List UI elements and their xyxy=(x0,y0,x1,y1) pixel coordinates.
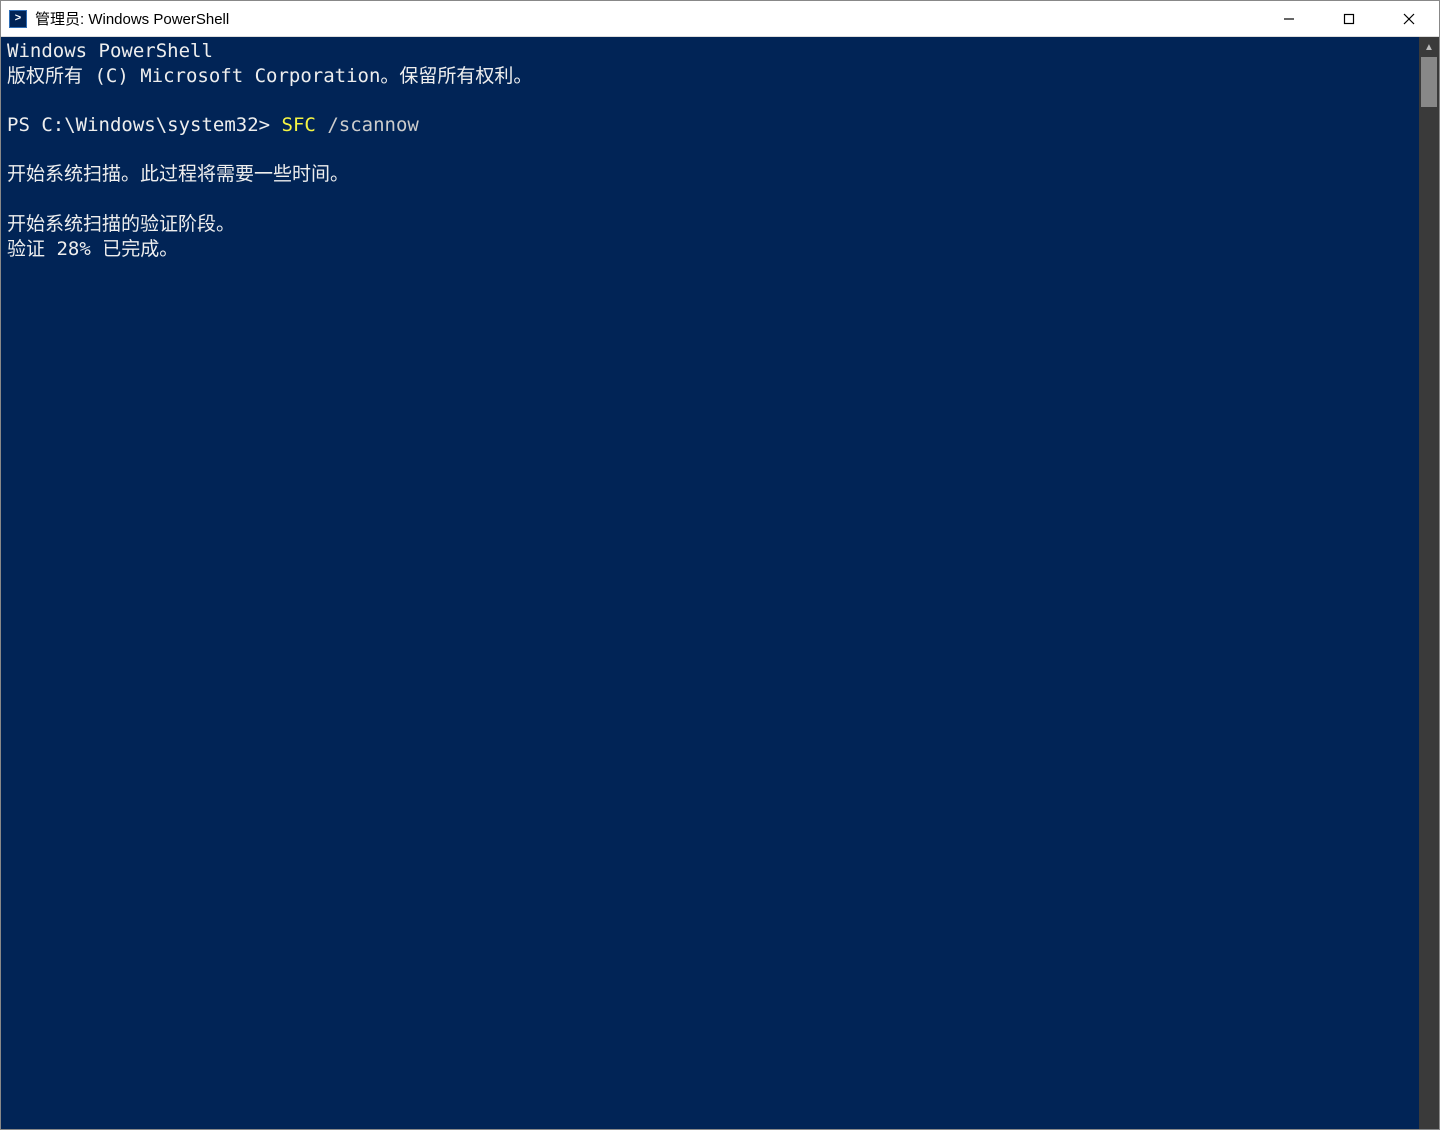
close-button[interactable] xyxy=(1379,1,1439,36)
command-args: /scannow xyxy=(316,114,419,136)
minimize-button[interactable] xyxy=(1259,1,1319,36)
scroll-thumb[interactable] xyxy=(1421,57,1437,107)
terminal-area: Windows PowerShell版权所有 (C) Microsoft Cor… xyxy=(1,37,1439,1129)
output-line-2: 开始系统扫描的验证阶段。 xyxy=(7,212,1413,237)
window-title: 管理员: Windows PowerShell xyxy=(35,8,229,29)
minimize-icon xyxy=(1283,13,1295,25)
maximize-button[interactable] xyxy=(1319,1,1379,36)
output-line-1: 开始系统扫描。此过程将需要一些时间。 xyxy=(7,162,1413,187)
output-line-3: 验证 28% 已完成。 xyxy=(7,237,1413,262)
vertical-scrollbar[interactable]: ▲ xyxy=(1419,37,1439,1129)
powershell-window: 管理员: Windows PowerShell Windows PowerShe… xyxy=(0,0,1440,1130)
window-controls xyxy=(1259,1,1439,36)
close-icon xyxy=(1403,13,1415,25)
output-header1: Windows PowerShell xyxy=(7,39,1413,64)
prompt-line: PS C:\Windows\system32> SFC /scannow xyxy=(7,113,1413,138)
blank-line xyxy=(7,138,1413,163)
powershell-icon xyxy=(9,10,27,28)
terminal-output[interactable]: Windows PowerShell版权所有 (C) Microsoft Cor… xyxy=(1,37,1419,1129)
titlebar[interactable]: 管理员: Windows PowerShell xyxy=(1,1,1439,37)
blank-line xyxy=(7,187,1413,212)
maximize-icon xyxy=(1343,13,1355,25)
prompt-text: PS C:\Windows\system32> xyxy=(7,114,282,136)
blank-line xyxy=(7,88,1413,113)
titlebar-left: 管理员: Windows PowerShell xyxy=(1,8,229,29)
output-header2: 版权所有 (C) Microsoft Corporation。保留所有权利。 xyxy=(7,64,1413,89)
scroll-up-arrow-icon[interactable]: ▲ xyxy=(1419,37,1439,57)
command-name: SFC xyxy=(282,114,316,136)
